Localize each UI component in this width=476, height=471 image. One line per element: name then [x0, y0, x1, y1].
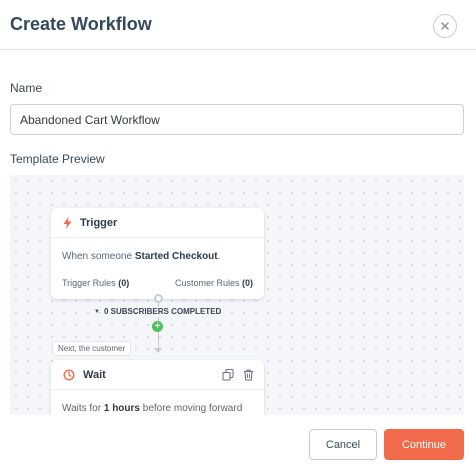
caret-down-icon: ▼	[94, 308, 100, 315]
template-preview-label: Template Preview	[10, 152, 105, 166]
trash-icon[interactable]	[243, 369, 254, 381]
close-button[interactable]	[433, 14, 457, 38]
connector-node	[154, 294, 163, 303]
subscribers-completed-text: 0 SUBSCRIBERS COMPLETED	[103, 307, 222, 316]
continue-button[interactable]: Continue	[384, 429, 464, 460]
trigger-event: Started Checkout	[134, 251, 218, 262]
subscribers-completed-toggle[interactable]: ▼ 0 SUBSCRIBERS COMPLETED	[94, 307, 221, 316]
customer-rules: Customer Rules (0)	[175, 278, 253, 288]
template-preview-canvas: Trigger When someone Started Checkout. T…	[10, 175, 464, 415]
wait-title: Wait	[83, 368, 106, 381]
trigger-rules-count: (0)	[118, 278, 130, 288]
wait-desc-prefix: Waits for	[62, 403, 104, 414]
wait-description: Waits for 1 hours before moving forward	[62, 403, 242, 414]
connector-line	[157, 332, 159, 349]
copy-icon[interactable]	[222, 369, 234, 381]
wait-desc-suffix: before moving forward	[139, 403, 243, 414]
close-icon	[441, 22, 449, 30]
next-customer-tag: Next, the customer	[52, 341, 132, 356]
trigger-rules: Trigger Rules (0)	[62, 278, 129, 288]
lightning-icon	[63, 216, 72, 229]
trigger-desc-suffix: .	[217, 251, 221, 262]
trigger-title: Trigger	[80, 216, 118, 229]
workflow-name-input[interactable]	[10, 104, 464, 135]
wait-duration: 1 hours	[103, 403, 140, 414]
arrow-down-icon	[154, 348, 162, 353]
dialog-title: Create Workflow	[10, 14, 152, 34]
trigger-rules-label: Trigger Rules	[62, 278, 116, 288]
name-label: Name	[10, 81, 43, 95]
customer-rules-count: (0)	[242, 278, 253, 288]
wait-actions	[222, 369, 254, 381]
wait-card[interactable]: Wait Waits for 1 hours before moving for…	[51, 360, 264, 415]
dialog-header: Create Workflow	[0, 0, 476, 50]
add-step-plus-icon[interactable]: +	[152, 321, 163, 332]
trigger-rules-row: Trigger Rules (0) Customer Rules (0)	[62, 278, 253, 288]
cancel-button[interactable]: Cancel	[309, 429, 377, 460]
trigger-desc-prefix: When someone	[62, 251, 135, 262]
trigger-card-header: Trigger	[51, 208, 264, 238]
trigger-description: When someone Started Checkout.	[62, 251, 220, 262]
customer-rules-label: Customer Rules	[174, 278, 240, 288]
trigger-card[interactable]: Trigger When someone Started Checkout. T…	[51, 208, 264, 299]
clock-icon	[63, 368, 75, 381]
